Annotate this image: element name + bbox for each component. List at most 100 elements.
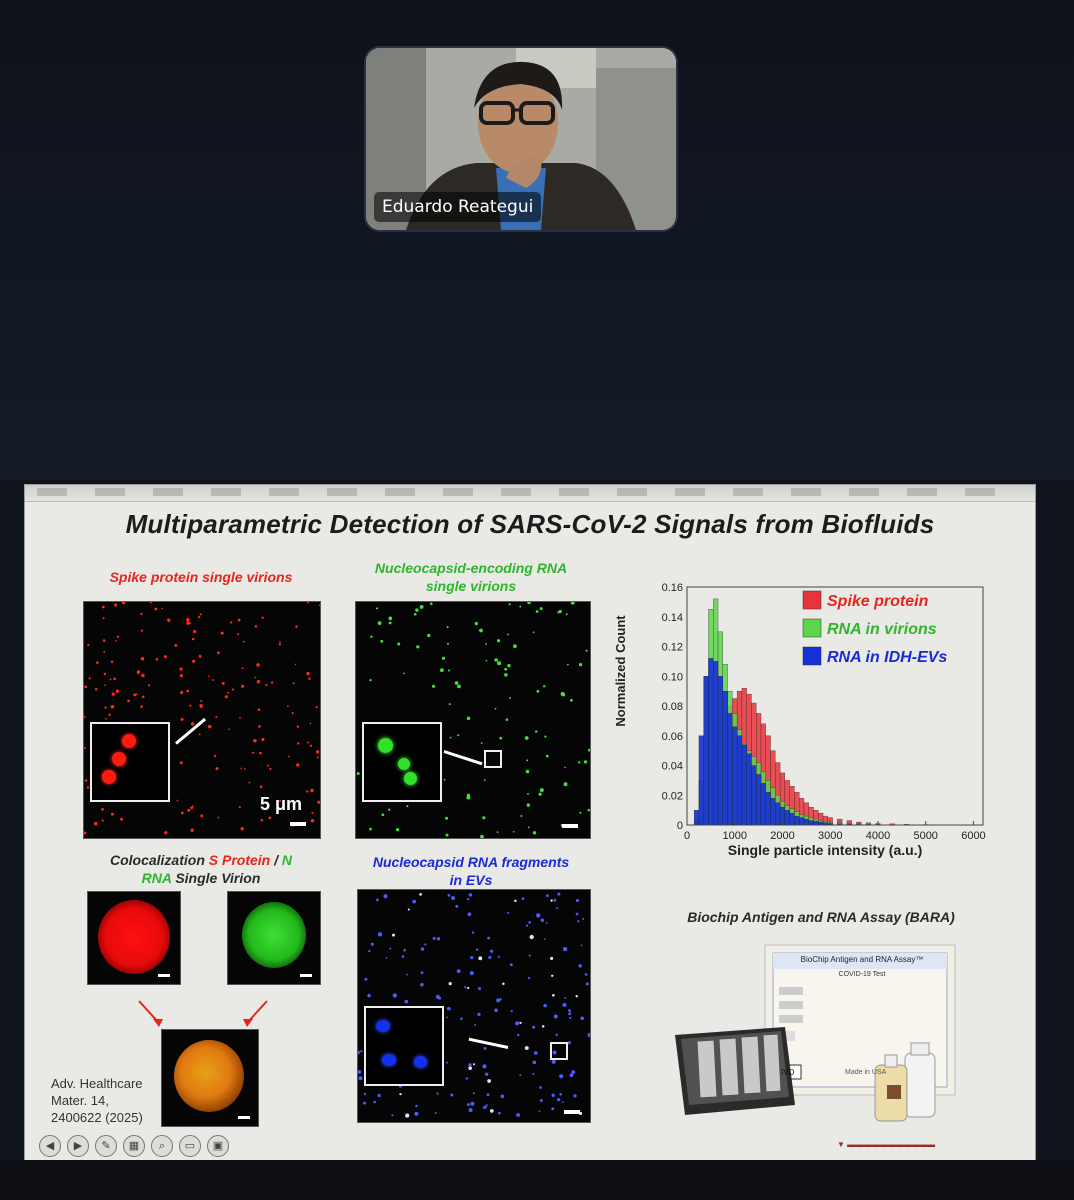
fluorescent-dot: [370, 942, 374, 946]
fluorescent-dot: [551, 1059, 556, 1064]
coloc-merged-scale-bar: [238, 1116, 250, 1119]
fluorescent-dot: [455, 904, 459, 908]
fluorescent-dot: [307, 602, 310, 604]
y-tick-label: 0.14: [662, 612, 683, 624]
fluorescent-dot: [317, 800, 320, 804]
fluorescent-dot: [103, 672, 107, 676]
fluorescent-dot: [388, 808, 391, 811]
x-tick-label: 6000: [961, 830, 985, 842]
fluorescent-dot: [416, 645, 420, 649]
fluorescent-dot: [253, 739, 257, 743]
fluorescent-dot: [364, 977, 368, 981]
fluorescent-dot: [512, 644, 517, 649]
fluorescent-dot: [161, 607, 163, 610]
fluorescent-dot: [265, 683, 268, 687]
coloc-red-scale-bar: [158, 974, 170, 977]
fluorescent-dot: [369, 827, 372, 831]
fluorescent-dot: [240, 767, 242, 770]
fluorescent-dot: [486, 1093, 490, 1097]
fluorescent-dot: [519, 605, 522, 608]
citation-line2: Mater. 14,: [51, 1093, 109, 1108]
fluorescent-dot: [174, 643, 178, 647]
fluorescent-dot: [476, 948, 479, 951]
fluorescent-dot: [507, 911, 510, 914]
fluorescent-dot: [536, 689, 540, 693]
fluorescent-dot: [240, 827, 244, 831]
fluorescent-dot: [551, 1107, 555, 1111]
fluorescent-dot: [102, 617, 105, 620]
fluorescent-dot: [310, 788, 314, 793]
fluorescent-dot: [542, 685, 546, 688]
fluorescent-dot: [399, 1092, 402, 1096]
fluorescent-dot: [278, 642, 282, 646]
fluorescent-dot: [260, 818, 264, 822]
rna-scale-bar: [562, 824, 578, 828]
fluorescent-dot: [555, 1033, 558, 1037]
meeting-stage: Eduardo Reategui: [0, 0, 1074, 480]
fluorescent-dot: [505, 718, 509, 721]
fluorescent-dot: [519, 1021, 522, 1025]
fluorescent-dot: [167, 618, 171, 622]
fluorescent-dot: [237, 618, 241, 622]
fluorescent-dot: [485, 643, 487, 645]
ev-inset: [364, 1006, 444, 1086]
fluorescent-dot: [267, 764, 270, 767]
fluorescent-dot: [186, 621, 190, 625]
fluorescent-dot: [405, 1113, 410, 1118]
fluorescent-dot: [230, 621, 233, 624]
fluorescent-dot: [558, 609, 562, 614]
fluorescent-dot: [121, 602, 126, 605]
fluorescent-dot: [474, 621, 478, 626]
fluorescent-dot: [140, 612, 143, 616]
fluorescent-dot: [545, 754, 549, 758]
next-slide-icon[interactable]: ▶: [67, 1135, 89, 1157]
fluorescent-dot: [430, 602, 433, 605]
fluorescent-dot: [565, 613, 568, 616]
fluorescent-dot: [478, 987, 482, 991]
fluorescent-dot: [564, 766, 566, 769]
pen-tool-icon[interactable]: ✎: [95, 1135, 117, 1157]
fluorescent-dot: [207, 724, 212, 729]
fluorescent-dot: [191, 805, 194, 808]
fluorescent-dot: [535, 610, 539, 613]
previous-slide-icon[interactable]: ◀: [39, 1135, 61, 1157]
fluorescent-dot: [447, 669, 451, 672]
fluorescent-dot: [510, 1010, 513, 1013]
fluorescent-dot: [190, 828, 194, 832]
subtitles-icon[interactable]: ▭: [179, 1135, 201, 1157]
histogram-bar: [698, 735, 704, 826]
fluorescent-dot: [309, 722, 312, 725]
zoom-icon[interactable]: ⌕: [151, 1135, 173, 1157]
fluorescent-dot: [451, 896, 456, 900]
fluorescent-dot: [527, 792, 529, 795]
fluorescent-dot: [550, 956, 554, 960]
fluorescent-dot: [368, 949, 371, 953]
fluorescent-dot: [517, 1033, 520, 1037]
fluorescent-dot: [254, 676, 256, 679]
fluorescent-dot: [412, 899, 417, 904]
fluorescent-dot: [104, 706, 107, 709]
fluorescent-dot: [110, 705, 115, 709]
fluorescent-dot: [471, 931, 475, 934]
fluorescent-dot: [485, 659, 488, 662]
fluorescent-dot: [499, 736, 503, 740]
fluorescent-dot: [470, 1101, 475, 1106]
kit-made-label: Made in USA: [845, 1069, 887, 1076]
histogram-bar: [703, 676, 709, 826]
fluorescent-dot: [84, 779, 88, 782]
fluorescent-dot: [292, 682, 295, 685]
fluorescent-dot: [560, 692, 565, 696]
fluorescent-dot: [464, 986, 467, 989]
participant-video-tile[interactable]: Eduardo Reategui: [366, 48, 676, 230]
fluorescent-dot: [569, 698, 573, 702]
fluorescent-dot: [559, 1074, 564, 1079]
fluorescent-dot: [516, 1113, 521, 1117]
y-tick-label: 0.06: [662, 731, 683, 743]
legend-label: RNA in virions: [827, 621, 937, 638]
fluorescent-dot: [217, 816, 220, 819]
fluorescent-dot: [155, 657, 159, 661]
fluorescent-dot: [539, 1086, 542, 1089]
see-all-slides-icon[interactable]: ▦: [123, 1135, 145, 1157]
fluorescent-dot: [101, 808, 104, 811]
camera-toggle-icon[interactable]: ▣: [207, 1135, 229, 1157]
